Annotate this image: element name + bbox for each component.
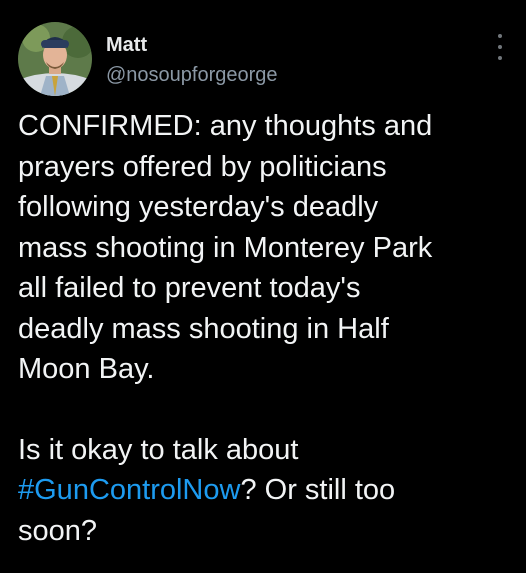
dot — [498, 56, 502, 60]
tweet-header: Matt @nosoupforgeorge — [18, 22, 508, 100]
text-line: deadly mass shooting in Half — [18, 312, 389, 345]
dot — [498, 34, 502, 38]
text-line: mass shooting in Monterey Park — [18, 231, 433, 264]
text-fragment: ? Or still too — [240, 474, 396, 506]
tweet-paragraph-1: CONFIRMED: any thoughts and prayers offe… — [18, 106, 508, 390]
text-line: following yesterday's deadly — [18, 191, 379, 223]
text-line: all failed to prevent today's — [18, 272, 361, 304]
tweet-card: Matt @nosoupforgeorge CONFIRMED: any tho… — [0, 0, 526, 573]
text-line: prayers offered by politicians — [18, 150, 387, 183]
hashtag-link[interactable]: #GunControlNow — [18, 474, 240, 506]
user-handle[interactable]: @nosoupforgeorge — [106, 60, 278, 90]
text-line: soon? — [18, 514, 98, 547]
tweet-paragraph-2: Is it okay to talk about #GunControlNow?… — [18, 430, 508, 552]
text-line: CONFIRMED: any thoughts and — [18, 110, 433, 142]
text-line: Is it okay to talk about — [18, 433, 299, 466]
tweet-text: CONFIRMED: any thoughts and prayers offe… — [18, 106, 508, 551]
text-line: Moon Bay. — [18, 353, 155, 385]
avatar[interactable] — [18, 22, 92, 96]
text-line: #GunControlNow? Or still too — [18, 470, 508, 511]
display-name[interactable]: Matt — [106, 32, 278, 58]
dot — [498, 45, 502, 49]
author-block: Matt @nosoupforgeorge — [106, 22, 278, 90]
profile-photo-icon — [18, 22, 92, 96]
more-options-icon[interactable] — [496, 34, 504, 60]
